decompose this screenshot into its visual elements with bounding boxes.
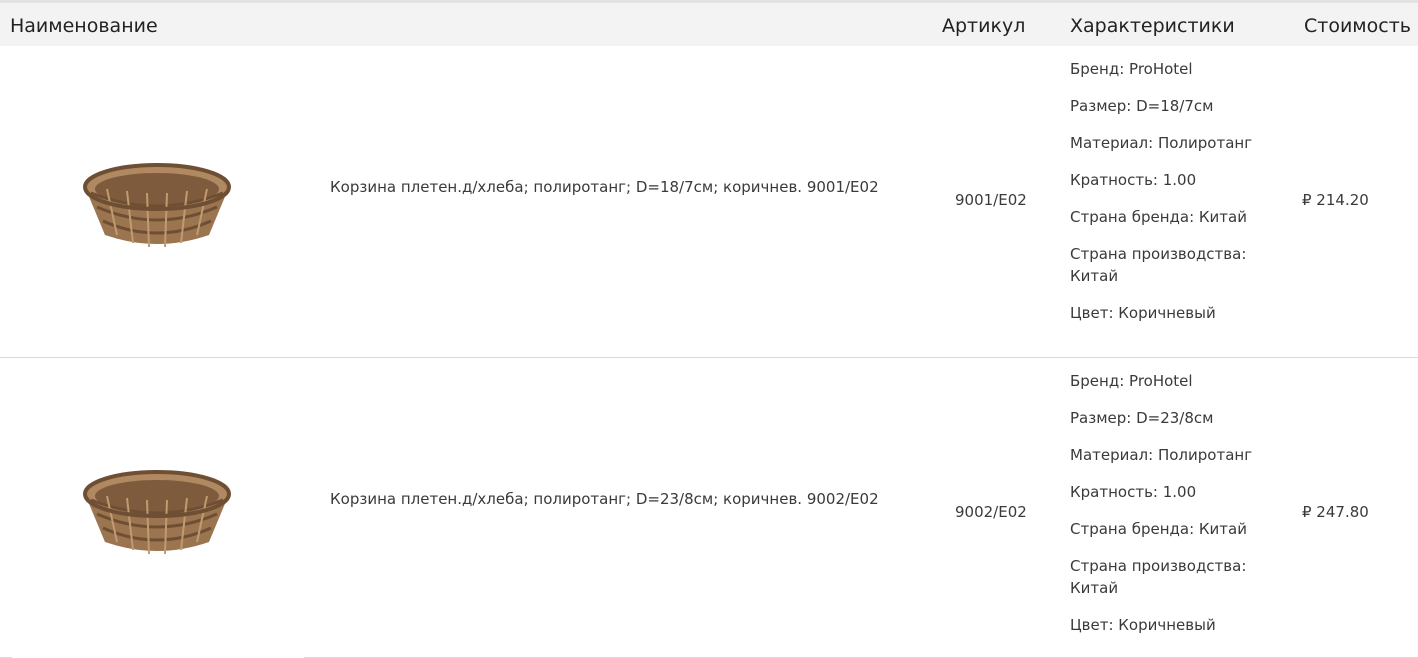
table-row: Корзина плетен.д/хлеба; полиротанг; D=23… [0,358,1418,658]
char-material: Материал: Полиротанг [1070,134,1253,152]
header-sku[interactable]: Артикул [942,15,1025,37]
product-characteristics: Бренд: ProHotel Размер: D=18/7см Материа… [1070,58,1285,339]
product-price: ₽ 214.20 [1302,191,1369,209]
char-color: Цвет: Коричневый [1070,304,1216,322]
product-image[interactable] [12,54,304,346]
char-production-country: Страна производства: Китай [1070,557,1247,597]
product-name[interactable]: Корзина плетен.д/хлеба; полиротанг; D=18… [330,176,890,198]
char-size: Размер: D=23/8см [1070,409,1214,427]
table-row: Корзина плетен.д/хлеба; полиротанг; D=18… [0,46,1418,358]
product-sku: 9001/E02 [955,191,1027,209]
char-material: Материал: Полиротанг [1070,446,1253,464]
char-brand: Бренд: ProHotel [1070,60,1193,78]
product-image[interactable] [12,366,304,658]
product-table: Наименование Артикул Характеристики Стои… [0,0,1418,658]
char-brand-country: Страна бренда: Китай [1070,520,1247,538]
product-characteristics: Бренд: ProHotel Размер: D=23/8см Материа… [1070,370,1285,651]
char-brand: Бренд: ProHotel [1070,372,1193,390]
char-size: Размер: D=18/7см [1070,97,1214,115]
char-production-country: Страна производства: Китай [1070,245,1247,285]
char-multiplicity: Кратность: 1.00 [1070,483,1197,501]
table-header: Наименование Артикул Характеристики Стои… [0,0,1418,46]
product-sku: 9002/E02 [955,503,1027,521]
header-price[interactable]: Стоимость [1304,15,1411,37]
header-name[interactable]: Наименование [10,15,158,37]
char-multiplicity: Кратность: 1.00 [1070,171,1197,189]
product-price: ₽ 247.80 [1302,503,1369,521]
char-brand-country: Страна бренда: Китай [1070,208,1247,226]
product-name[interactable]: Корзина плетен.д/хлеба; полиротанг; D=23… [330,488,890,510]
basket-icon [83,163,231,248]
header-chars[interactable]: Характеристики [1070,15,1235,37]
basket-icon [83,470,231,555]
char-color: Цвет: Коричневый [1070,616,1216,634]
